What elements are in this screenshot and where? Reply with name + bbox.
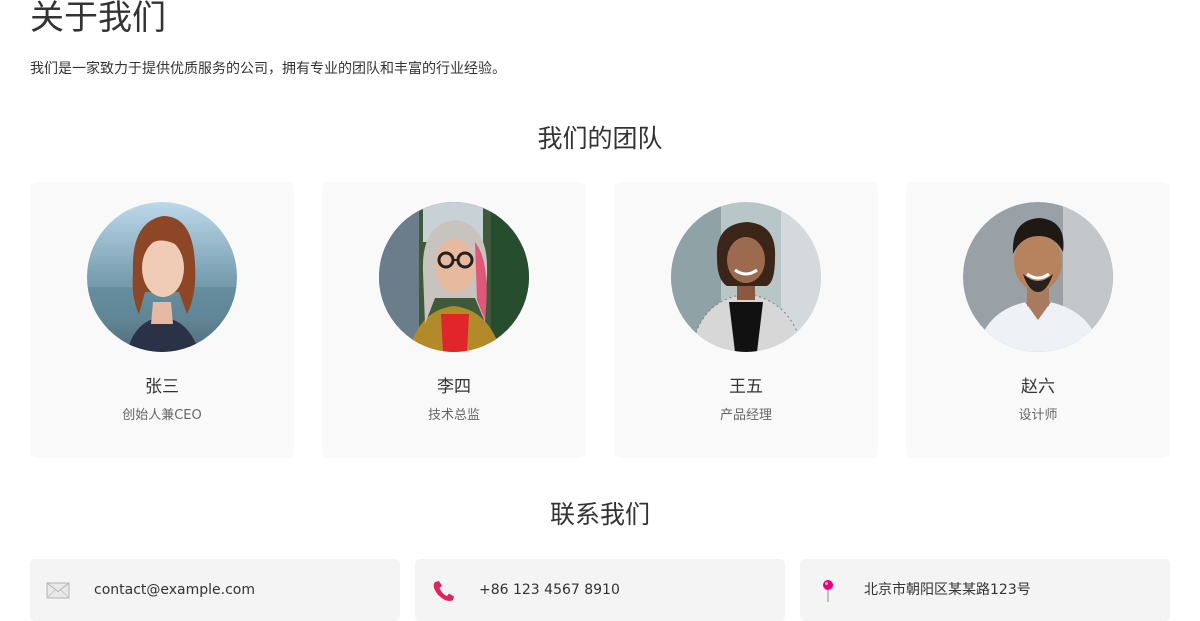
- contact-list: contact@example.com +86 123 4567 8910 北京…: [30, 559, 1170, 621]
- avatar-photo: [963, 202, 1113, 352]
- avatar-photo: [671, 202, 821, 352]
- envelope-icon: [46, 579, 72, 603]
- contact-text: contact@example.com: [94, 582, 255, 598]
- contact-email[interactable]: contact@example.com: [30, 559, 400, 621]
- member-name: 李四: [437, 377, 471, 397]
- team-section-title: 我们的团队: [537, 124, 663, 153]
- contact-text: 北京市朝阳区某某路123号: [864, 582, 1031, 598]
- contact-section-title: 联系我们: [549, 500, 650, 529]
- contact-address[interactable]: 北京市朝阳区某某路123号: [800, 559, 1170, 621]
- avatar-photo: [87, 202, 237, 352]
- team-card: 张三 创始人兼CEO: [30, 182, 294, 458]
- team-card: 李四 技术总监: [322, 182, 586, 458]
- member-role: 技术总监: [427, 408, 480, 423]
- member-role: 设计师: [1018, 408, 1058, 423]
- contact-phone[interactable]: +86 123 4567 8910: [415, 559, 785, 621]
- team-card: 赵六 设计师: [906, 182, 1170, 458]
- member-name: 赵六: [1021, 377, 1055, 397]
- member-role: 创始人兼CEO: [122, 408, 202, 423]
- team-card: 王五 产品经理: [614, 182, 878, 458]
- location-pin-icon: [816, 579, 842, 603]
- member-name: 王五: [729, 377, 763, 397]
- about-description: 我们是一家致力于提供优质服务的公司，拥有专业的团队和丰富的行业经验。: [30, 61, 506, 77]
- phone-icon: [431, 579, 457, 603]
- member-name: 张三: [145, 377, 179, 397]
- page-title: 关于我们: [30, 0, 166, 38]
- team-grid: 张三 创始人兼CEO 李四 技术总监 王五 产品经理 赵六 设计师: [30, 182, 1170, 458]
- member-role: 产品经理: [719, 408, 772, 423]
- contact-text: +86 123 4567 8910: [479, 582, 620, 598]
- avatar-photo: [379, 202, 529, 352]
